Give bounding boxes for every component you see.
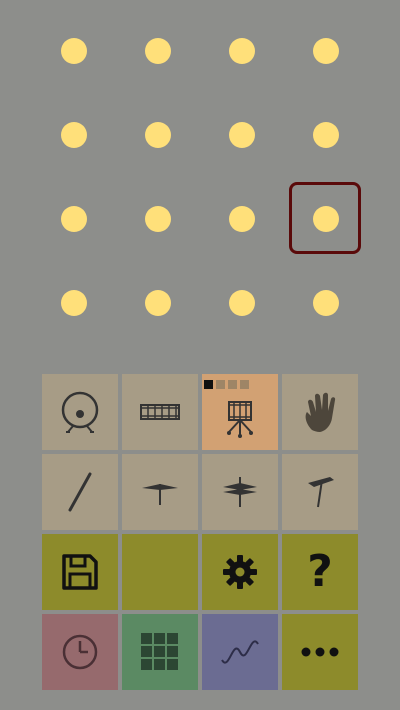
pad-grid: ? (42, 374, 358, 690)
drum-kit-icon (227, 401, 253, 438)
settings-button[interactable] (202, 534, 278, 610)
kit-dot[interactable] (216, 380, 225, 389)
drumstick-icon (68, 472, 92, 512)
more-dots-icon (301, 647, 339, 657)
kit-selector-dots (204, 380, 249, 389)
step-button[interactable] (313, 290, 339, 316)
hand-clap-pad[interactable] (282, 374, 358, 450)
more-button[interactable] (282, 614, 358, 690)
clock-icon (62, 634, 98, 670)
snare-drum-pad[interactable] (122, 374, 198, 450)
question-mark-icon: ? (307, 546, 333, 597)
cymbal-pad[interactable] (202, 454, 278, 530)
swing-button[interactable] (202, 614, 278, 690)
step-button[interactable] (229, 290, 255, 316)
step-button[interactable] (61, 38, 87, 64)
step-button[interactable] (313, 122, 339, 148)
step-button[interactable] (145, 206, 171, 232)
tempo-button[interactable] (42, 614, 118, 690)
sine-wave-icon (221, 640, 259, 664)
hi-hat-pad[interactable] (122, 454, 198, 530)
step-button[interactable] (229, 206, 255, 232)
step-button[interactable] (61, 290, 87, 316)
step-button[interactable] (313, 38, 339, 64)
step-button[interactable] (145, 122, 171, 148)
kit-dot[interactable] (228, 380, 237, 389)
step-button[interactable] (61, 206, 87, 232)
crash-cymbal-icon (308, 477, 334, 508)
help-button[interactable]: ? (282, 534, 358, 610)
snare-drum-icon (140, 404, 180, 420)
step-button[interactable] (229, 122, 255, 148)
step-sequencer-grid (0, 0, 400, 350)
hi-hat-icon (142, 484, 178, 505)
bass-drum-icon (61, 391, 99, 433)
step-button[interactable] (145, 290, 171, 316)
kick-drum-pad[interactable] (42, 374, 118, 450)
floppy-disk-icon (62, 554, 98, 590)
crash-cymbal-pad[interactable] (282, 454, 358, 530)
stick-pad[interactable] (42, 454, 118, 530)
step-button-selected[interactable] (313, 206, 339, 232)
kit-dot-selected[interactable] (204, 380, 213, 389)
step-button[interactable] (229, 38, 255, 64)
step-button[interactable] (61, 122, 87, 148)
blank-button[interactable] (122, 534, 198, 610)
grid-icon (141, 633, 178, 670)
hand-icon (305, 392, 336, 432)
pattern-grid-button[interactable] (122, 614, 198, 690)
kit-dot[interactable] (240, 380, 249, 389)
save-button[interactable] (42, 534, 118, 610)
drum-kit-pad[interactable] (202, 374, 278, 450)
gear-icon (223, 555, 257, 589)
step-button[interactable] (145, 38, 171, 64)
cymbal-icon (223, 477, 257, 507)
